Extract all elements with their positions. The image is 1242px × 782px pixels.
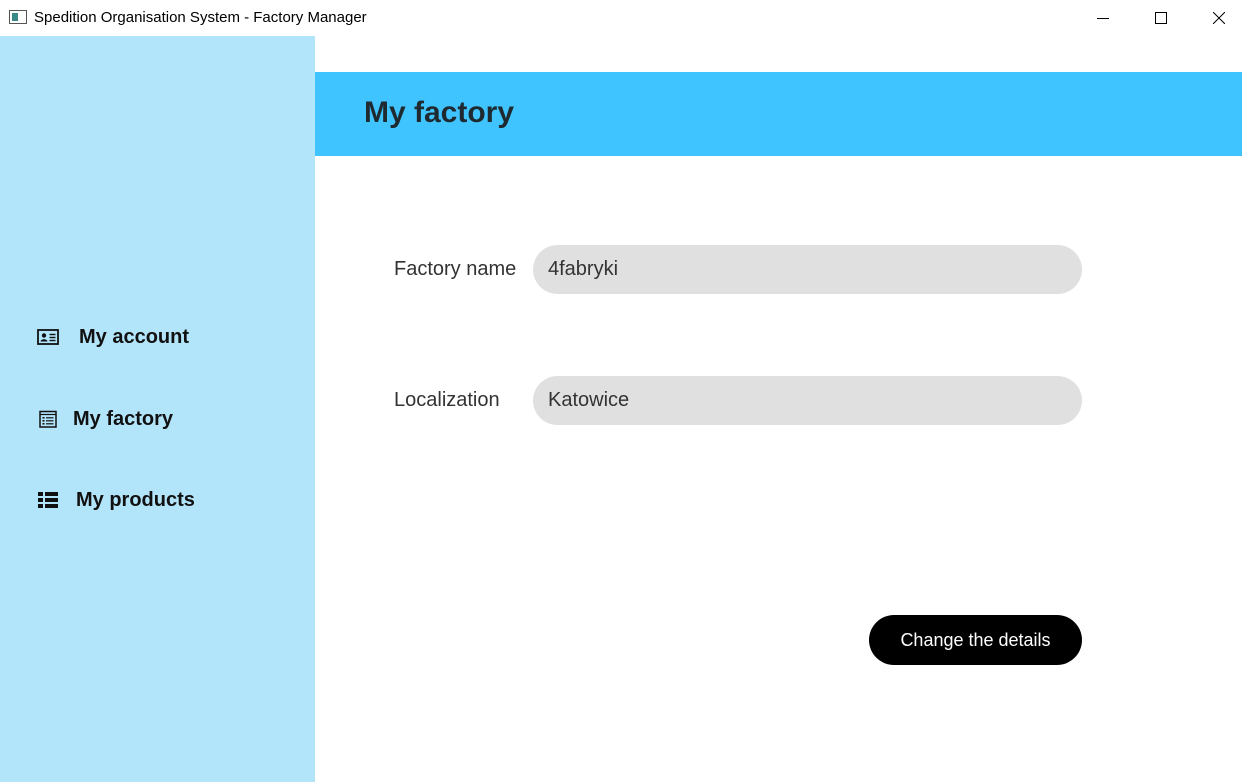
page-title: My factory <box>364 96 515 129</box>
sidebar-item-my-account[interactable]: My account <box>36 322 189 352</box>
page-header: My factory <box>315 72 1242 156</box>
localization-field[interactable] <box>533 376 1082 425</box>
factory-name-label: Factory name <box>394 258 517 280</box>
sidebar-item-my-factory[interactable]: My factory <box>36 404 173 434</box>
window-title: Spedition Organisation System - Factory … <box>34 9 367 26</box>
sidebar: My account My factory My products <box>0 36 315 782</box>
close-button[interactable] <box>1190 0 1242 36</box>
sidebar-item-label: My account <box>79 325 190 348</box>
list-icon <box>36 488 60 512</box>
minimize-icon <box>1097 18 1109 19</box>
title-bar: Spedition Organisation System - Factory … <box>0 0 1242 36</box>
change-details-button[interactable]: Change the details <box>869 615 1082 665</box>
minimize-button[interactable] <box>1074 0 1132 36</box>
maximize-button[interactable] <box>1132 0 1190 36</box>
factory-name-field[interactable] <box>533 245 1082 294</box>
clipboard-list-icon <box>36 407 60 431</box>
maximize-icon <box>1155 12 1167 24</box>
sidebar-item-label: My factory <box>73 407 174 430</box>
id-card-icon <box>36 325 60 349</box>
app-window-icon <box>9 10 27 24</box>
sidebar-item-my-products[interactable]: My products <box>36 485 195 515</box>
sidebar-item-label: My products <box>76 488 195 511</box>
localization-label: Localization <box>394 389 500 411</box>
close-icon <box>1213 12 1225 24</box>
